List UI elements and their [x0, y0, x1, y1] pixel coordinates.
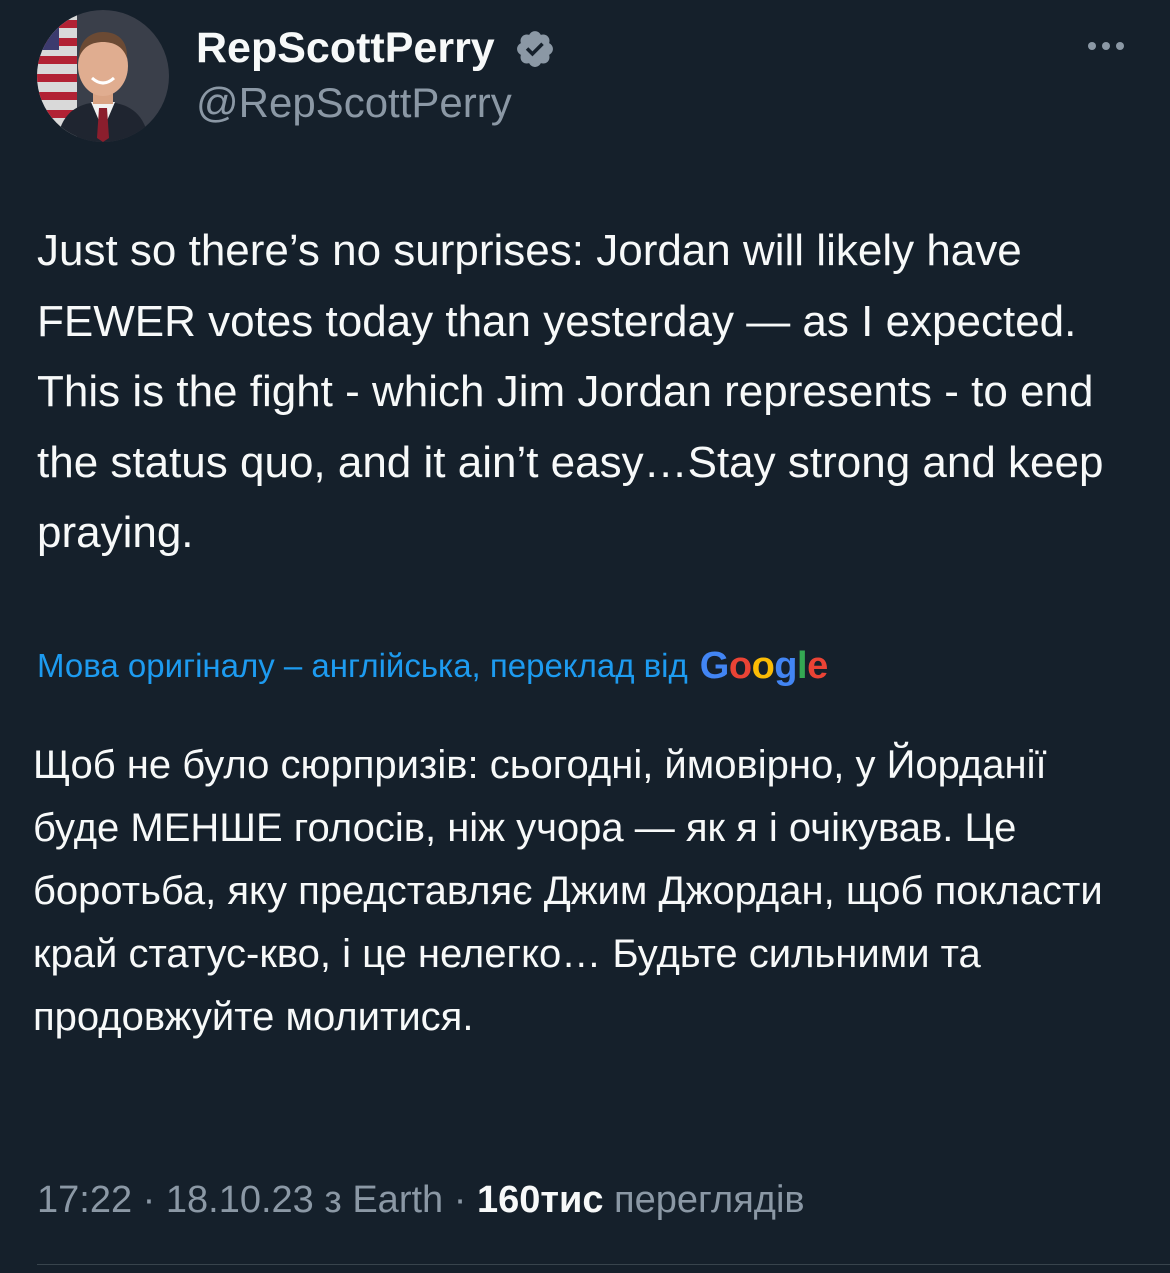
meta-separator: ·	[443, 1179, 477, 1221]
google-logo-letter: l	[797, 644, 808, 687]
more-options-icon[interactable]	[1080, 28, 1140, 64]
views-count[interactable]: 160тис	[477, 1179, 604, 1221]
avatar-photo	[37, 10, 169, 142]
google-logo-letter: G	[699, 644, 730, 687]
author-display-name[interactable]: RepScottPerry	[196, 22, 495, 74]
tweet-meta: 17:22 · 18.10.23 з Earth · 160тис перегл…	[37, 1176, 805, 1224]
meta-separator: ·	[132, 1179, 166, 1221]
views-label: переглядів	[614, 1179, 805, 1221]
divider	[37, 1264, 1170, 1265]
translation-attribution: Мова оригіналу – англійська, переклад ві…	[37, 638, 828, 694]
profile-avatar[interactable]	[37, 10, 169, 142]
more-dots-graphic	[1088, 42, 1124, 50]
tweet-time[interactable]: 17:22	[37, 1179, 132, 1221]
tweet-date[interactable]: 18.10.23	[166, 1179, 314, 1221]
google-logo-letter: o	[728, 644, 752, 687]
google-logo-letter: o	[751, 644, 775, 687]
verified-badge-icon	[517, 31, 553, 67]
google-logo-letter: e	[807, 644, 828, 687]
google-logo: Google	[700, 645, 828, 688]
translated-tweet-text: Щоб не було сюрпризів: сьогодні, ймовірн…	[33, 743, 1103, 1039]
translation-toggle-link[interactable]: Мова оригіналу – англійська, переклад ві…	[37, 647, 688, 685]
author-handle[interactable]: @RepScottPerry	[196, 78, 512, 128]
google-logo-letter: g	[774, 644, 797, 687]
tweet-source: з Earth	[324, 1179, 444, 1221]
tweet-text: Just so there’s no surprises: Jordan wil…	[37, 226, 1104, 557]
